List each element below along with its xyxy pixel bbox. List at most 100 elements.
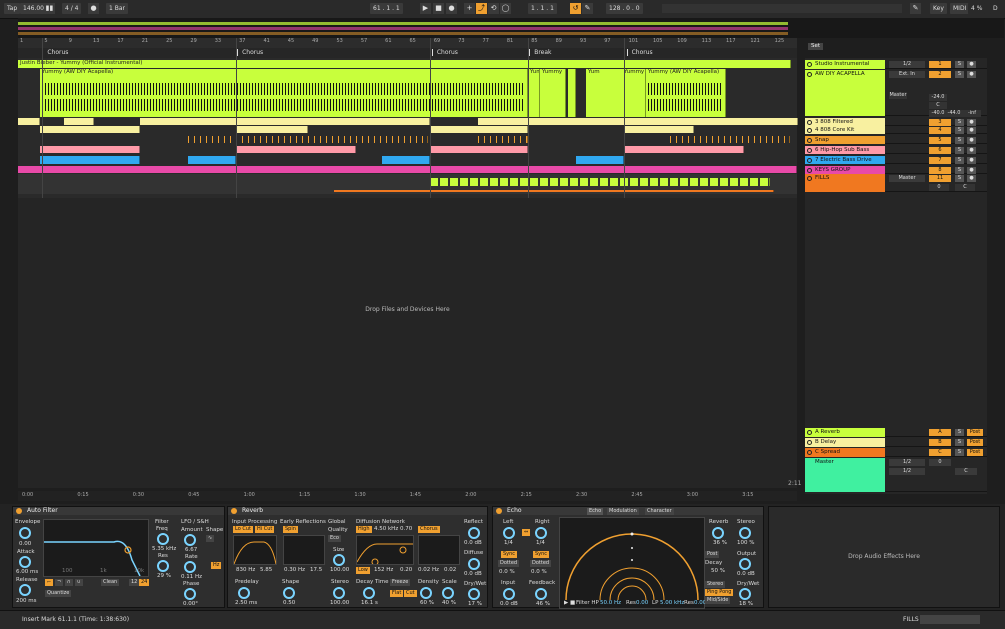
return-name[interactable]: A Reverb <box>805 428 885 437</box>
clip[interactable] <box>188 156 236 164</box>
clip[interactable] <box>430 146 528 153</box>
left-time-knob[interactable] <box>503 527 515 539</box>
track-activator-icon[interactable] <box>807 71 812 77</box>
solo-button[interactable]: S <box>955 157 964 164</box>
slope-24-button[interactable]: 24 <box>139 579 150 586</box>
track-name[interactable]: 4 808 Core Kit <box>805 126 885 134</box>
freq-knob[interactable] <box>157 533 169 545</box>
output-knob[interactable] <box>739 558 751 570</box>
metronome-icon[interactable]: ● <box>88 3 99 14</box>
track-activator-icon[interactable] <box>807 167 812 173</box>
quantize-menu[interactable]: 1 Bar <box>106 3 128 14</box>
amount-knob[interactable] <box>184 534 196 546</box>
return-activator-button[interactable]: A <box>929 429 951 436</box>
loop-switch-icon[interactable]: ↺ <box>570 3 581 14</box>
chorus-button[interactable]: Chorus <box>418 526 440 533</box>
clip[interactable] <box>624 126 694 133</box>
track-activator-button[interactable]: 6 <box>929 147 951 154</box>
shape-knob[interactable] <box>283 587 295 599</box>
pencil-icon[interactable]: ✎ <box>910 3 921 14</box>
filter-toggle-icon[interactable]: ▶ ■ <box>564 600 575 606</box>
input-filter-display[interactable] <box>233 535 277 565</box>
track-activator-icon[interactable] <box>807 157 812 163</box>
right-time-knob[interactable] <box>535 527 547 539</box>
clip-acapella-2[interactable]: Yum <box>528 69 540 117</box>
tab-echo[interactable]: Echo <box>587 508 604 515</box>
play-icon[interactable]: ▶ <box>420 3 431 14</box>
return-name[interactable]: B Delay <box>805 438 885 447</box>
stereo-mode-button[interactable]: Stereo <box>705 581 726 588</box>
tab-character[interactable]: Character <box>645 508 674 515</box>
arrangement-overview[interactable] <box>18 18 1004 38</box>
left-dotted-menu[interactable]: Dotted <box>498 560 520 567</box>
clip[interactable] <box>430 126 528 133</box>
loop-icon[interactable]: ⟲ <box>488 3 499 14</box>
mixer-track[interactable]: 7 Electric Bass Drive 7 S ● <box>805 156 987 164</box>
hicut-button[interactable]: Hi Cut <box>255 526 275 533</box>
clip[interactable] <box>140 118 430 125</box>
spin-display[interactable] <box>283 535 325 565</box>
mixer-track[interactable]: 4 808 Core Kit 4 S ● <box>805 126 987 134</box>
midside-mode-button[interactable]: Mid/Side <box>705 597 731 604</box>
filter-type-lp-icon[interactable]: ⌐ <box>45 579 54 586</box>
locut-button[interactable]: Lo Cut <box>233 526 253 533</box>
clip[interactable] <box>430 178 770 186</box>
slope-12-button[interactable]: 12 <box>129 579 140 586</box>
lfo-hz-button[interactable]: Hz <box>211 562 222 569</box>
arm-button[interactable]: ● <box>967 127 976 134</box>
envelope-knob[interactable] <box>19 527 31 539</box>
peak-right[interactable]: -44.0 <box>945 110 963 117</box>
rate-knob[interactable] <box>184 561 196 573</box>
track-activator-icon[interactable] <box>807 147 812 153</box>
mixer-track[interactable]: Studio Instrumental 1/2 1 S ● <box>805 60 987 69</box>
clip[interactable] <box>670 136 790 143</box>
track-activator-icon[interactable] <box>807 119 812 125</box>
solo-button[interactable]: S <box>955 119 964 126</box>
feedback-knob[interactable] <box>535 588 547 600</box>
chorus-display[interactable] <box>418 535 460 565</box>
nudge-icon[interactable]: ▮▮ <box>44 3 55 14</box>
arm-button[interactable]: ● <box>967 157 976 164</box>
quantize-button[interactable]: Quantize <box>45 590 72 597</box>
reverb-knob[interactable] <box>712 527 724 539</box>
track-activator-button[interactable]: 1 <box>929 61 951 68</box>
clip-acapella-7[interactable]: Yummy (AW DIY Acapella) <box>646 69 726 117</box>
post-button[interactable]: Post <box>967 439 983 446</box>
volume-field[interactable]: -24.0 <box>929 94 947 101</box>
filter-display[interactable]: 100 1k 10k <box>43 519 149 577</box>
track-name[interactable]: AW DIY ACAPELLA <box>805 70 885 116</box>
solo-button[interactable]: S <box>955 449 964 456</box>
track-name[interactable]: FILLS <box>805 174 885 192</box>
input-routing-menu[interactable]: 1/2 <box>889 61 925 68</box>
key-map-button[interactable]: Key <box>930 3 947 14</box>
scale-knob[interactable] <box>442 587 454 599</box>
input-routing-menu[interactable]: Master <box>889 175 925 182</box>
draw-mode-icon[interactable]: ✎ <box>582 3 593 14</box>
clip-acapella-1[interactable]: Yummy (AW DIY Acapella) <box>40 69 528 117</box>
solo-button[interactable]: S <box>955 175 964 182</box>
device-power-icon[interactable] <box>496 508 502 514</box>
locator-chorus[interactable]: Chorus <box>431 49 458 56</box>
clip[interactable] <box>478 136 528 143</box>
master-output-menu[interactable]: Master <box>889 92 907 99</box>
post-button[interactable]: Post <box>967 429 983 436</box>
locator-break[interactable]: Break <box>529 49 552 56</box>
lfo-shape-sine-icon[interactable]: ∿ <box>206 535 215 542</box>
view-switcher[interactable] <box>920 615 980 624</box>
tap-button[interactable]: Tap <box>4 3 21 14</box>
track-activator-icon[interactable] <box>807 137 812 143</box>
clip[interactable] <box>40 156 140 164</box>
solo-button[interactable]: S <box>955 127 964 134</box>
return-activator-button[interactable]: B <box>929 439 951 446</box>
freeze-button[interactable]: Freeze <box>390 579 411 586</box>
arm-button[interactable]: ● <box>967 137 976 144</box>
pingpong-mode-button[interactable]: Ping Pong <box>705 589 734 596</box>
input-routing-menu[interactable]: Ext. In <box>889 71 925 78</box>
clip[interactable] <box>478 118 798 125</box>
drywet-knob[interactable] <box>739 588 751 600</box>
input-knob[interactable] <box>503 588 515 600</box>
arrangement-drop-area[interactable]: Drop Files and Devices Here 2:11 <box>18 198 801 488</box>
master-track[interactable]: Master 1/2 1/2 0 C <box>805 458 987 492</box>
arm-button[interactable]: ● <box>967 147 976 154</box>
stereo-knob[interactable] <box>333 587 345 599</box>
